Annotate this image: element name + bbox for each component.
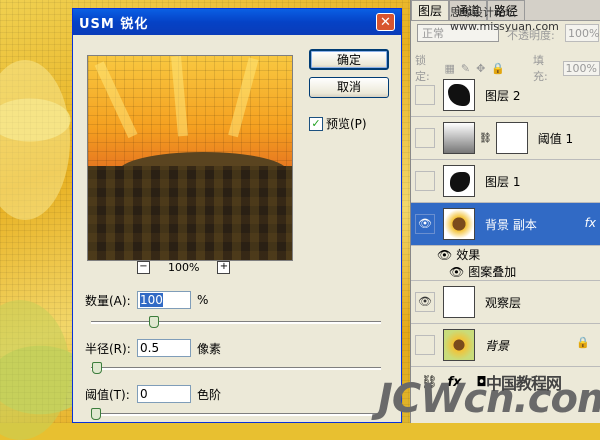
pattern-overlay-row[interactable]: 👁 图案叠加 xyxy=(411,263,600,281)
close-button[interactable]: ✕ xyxy=(376,13,395,31)
lock-icon: 🔒 xyxy=(576,336,590,349)
layer-list: 图层 2 ⛓ 阈值 1 图层 1 👁 背景 副本 fx 👁 效果 👁 图案叠加 … xyxy=(411,74,600,367)
background-petal xyxy=(0,60,70,220)
radius-label: 半径(R): xyxy=(85,341,131,356)
layer-name: 背景 副本 xyxy=(485,217,537,232)
lock-move-icon[interactable]: ✥ xyxy=(476,62,485,75)
lock-paint-icon[interactable]: ✎ xyxy=(461,62,470,75)
amount-label: 数量(A): xyxy=(85,293,131,308)
zoom-level: 100% xyxy=(168,261,200,274)
visibility-toggle[interactable] xyxy=(415,128,435,148)
effects-label: 效果 xyxy=(456,248,481,262)
layer-row-layer2[interactable]: 图层 2 xyxy=(411,74,600,117)
radius-input[interactable]: 0.5 xyxy=(137,339,191,357)
preview-petal-ray xyxy=(94,61,138,139)
cancel-button[interactable]: 取消 xyxy=(309,77,389,98)
radius-slider-thumb[interactable] xyxy=(91,362,102,374)
radius-unit: 像素 xyxy=(197,341,222,356)
layer-name: 阈值 1 xyxy=(537,131,574,146)
preview-petal-ray xyxy=(171,56,188,137)
background-petal xyxy=(0,300,70,440)
threshold-slider-thumb[interactable] xyxy=(91,408,101,420)
visibility-toggle[interactable] xyxy=(415,85,435,105)
layer-mask-thumbnail[interactable] xyxy=(495,122,528,154)
dialog-title: USM 锐化 xyxy=(79,16,149,32)
usm-sharpen-dialog: USM 锐化 ✕ 确定 取消 ✓ 预览(P) − 100% + 数量(A): 1… xyxy=(72,8,402,423)
layer-row-observation[interactable]: 👁 观察层 xyxy=(411,281,600,324)
amount-row: 数量(A): 100 % xyxy=(85,291,208,309)
eye-icon[interactable]: 👁 xyxy=(449,265,464,279)
layer-thumbnail xyxy=(443,208,475,240)
layer-thumbnail-shape xyxy=(450,172,470,192)
layer-name: 背景 xyxy=(485,338,510,353)
preview-petal-ray xyxy=(228,57,259,138)
zoom-out-button[interactable]: − xyxy=(137,261,150,274)
amount-slider-thumb[interactable] xyxy=(149,316,159,328)
layer-name: 观察层 xyxy=(485,295,522,310)
visibility-toggle[interactable] xyxy=(415,171,435,191)
tab-layers[interactable]: 图层 xyxy=(411,0,450,20)
preview-checkbox-label: 预览(P) xyxy=(326,117,367,131)
layer-thumbnail-shape xyxy=(448,84,470,106)
threshold-unit: 色阶 xyxy=(197,387,222,402)
eye-icon[interactable]: 👁 xyxy=(437,248,452,262)
radius-row: 半径(R): 0.5 像素 xyxy=(85,339,221,357)
layers-panel: 图层 通道 路径 正常 不透明度: 100% 锁定: ▦ ✎ ✥ 🔒 填充: 1… xyxy=(410,0,600,423)
amount-unit: % xyxy=(197,293,209,307)
layer-row-threshold[interactable]: ⛓ 阈值 1 xyxy=(411,117,600,160)
visibility-toggle[interactable] xyxy=(415,335,435,355)
site-logo-cn: 中国教程网 xyxy=(486,374,562,393)
layer-thumbnail xyxy=(443,329,475,361)
preview-seed-area xyxy=(88,166,292,260)
fx-icon[interactable]: fx xyxy=(585,216,596,230)
threshold-row: 阈值(T): 0 色阶 xyxy=(85,385,221,403)
amount-input[interactable]: 100 xyxy=(137,291,191,309)
threshold-label: 阈值(T): xyxy=(85,387,130,402)
layer-thumbnail xyxy=(443,165,475,197)
eye-icon[interactable]: 👁 xyxy=(415,214,435,234)
site-logo: JCWcn.com 中国教程网 xyxy=(378,374,600,422)
layer-row-layer1[interactable]: 图层 1 xyxy=(411,160,600,203)
ok-button[interactable]: 确定 xyxy=(309,49,389,70)
dialog-titlebar[interactable]: USM 锐化 xyxy=(73,9,401,35)
effect-item-label: 图案叠加 xyxy=(468,265,517,279)
eye-icon[interactable]: 👁 xyxy=(415,292,435,312)
preview-checkbox-row[interactable]: ✓ 预览(P) xyxy=(309,115,367,132)
amount-slider[interactable] xyxy=(91,316,381,328)
layer-name: 图层 2 xyxy=(485,88,521,103)
link-icon: ⛓ xyxy=(479,132,492,144)
lock-all-icon[interactable]: 🔒 xyxy=(491,62,505,75)
lock-transparency-icon[interactable]: ▦ xyxy=(445,62,455,75)
layer-name: 图层 1 xyxy=(485,174,521,189)
threshold-input[interactable]: 0 xyxy=(137,385,191,403)
zoom-controls: − 100% + xyxy=(137,261,231,274)
preview-image[interactable] xyxy=(87,55,293,261)
layer-thumbnail xyxy=(443,79,475,111)
adjustment-icon xyxy=(443,122,475,154)
radius-slider[interactable] xyxy=(91,362,381,374)
layer-row-background[interactable]: 背景 🔒 xyxy=(411,324,600,367)
layer-row-background-copy[interactable]: 👁 背景 副本 fx xyxy=(411,203,600,246)
forum-watermark: 思缘设计论坛 www.missyuan.com xyxy=(450,6,559,33)
preview-checkbox[interactable]: ✓ xyxy=(309,116,323,131)
zoom-in-button[interactable]: + xyxy=(217,261,231,274)
effects-row[interactable]: 👁 效果 xyxy=(411,246,600,263)
layer-thumbnail xyxy=(443,286,475,318)
threshold-slider[interactable] xyxy=(91,408,381,420)
